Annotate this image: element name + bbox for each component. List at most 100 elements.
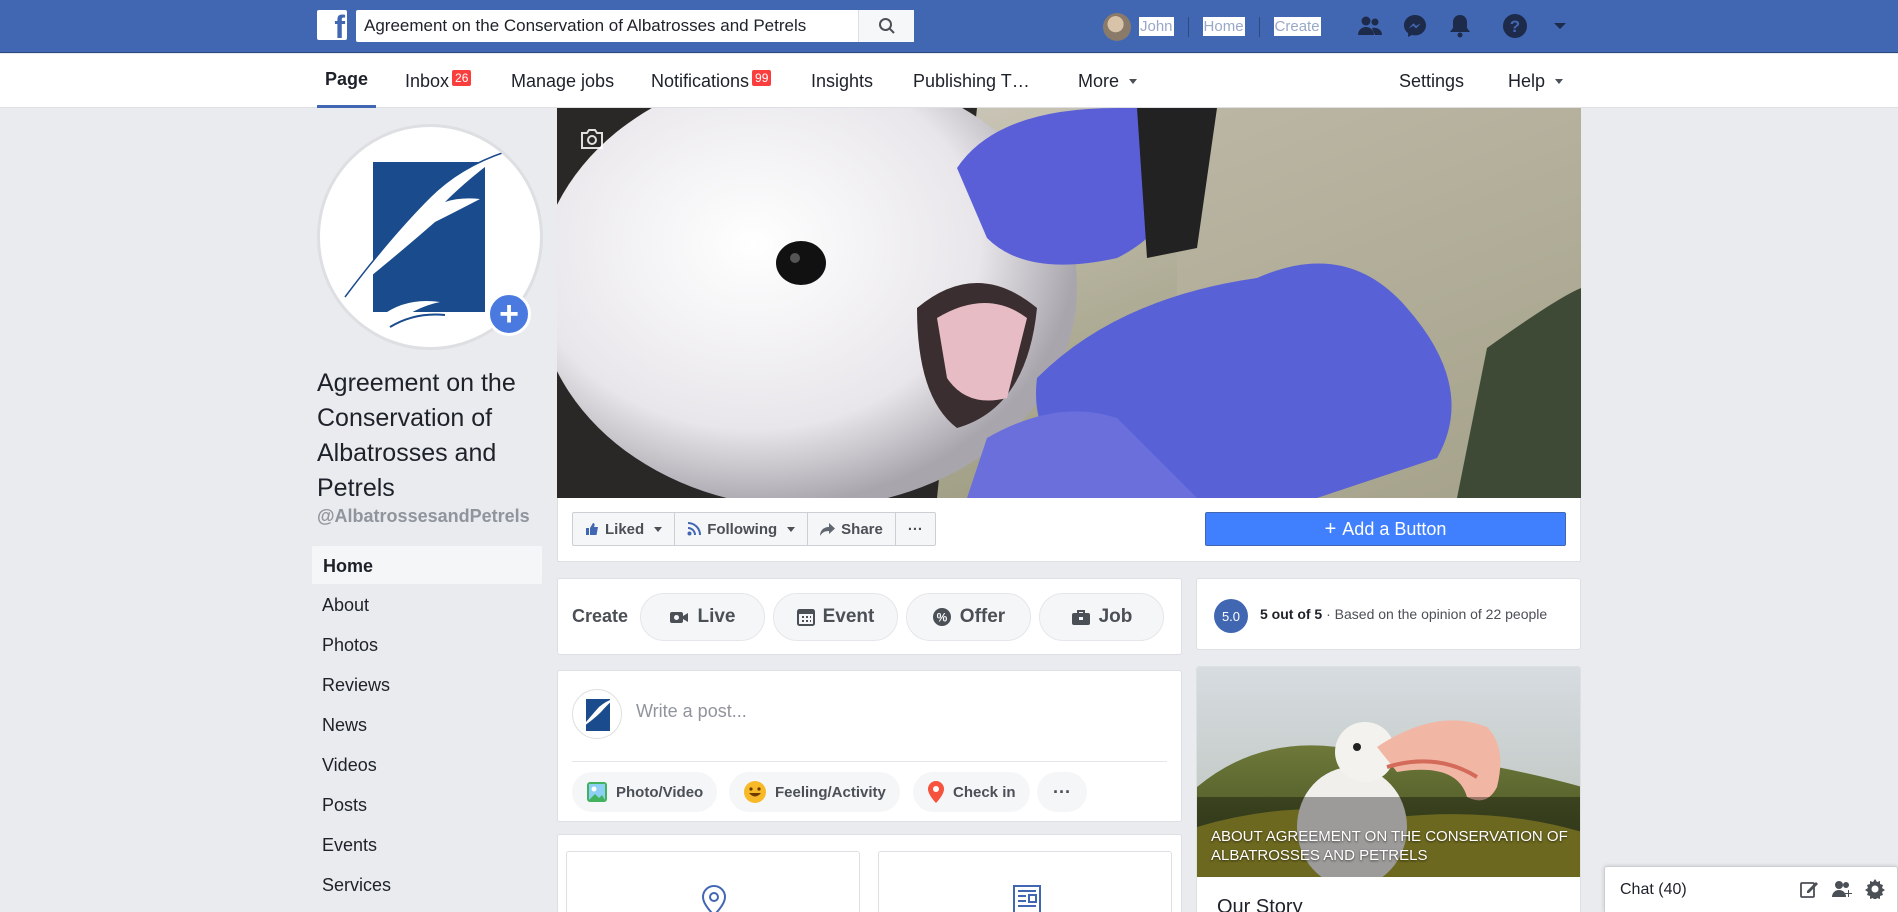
photo-video-label: Photo/Video bbox=[616, 783, 704, 801]
tab-label: More bbox=[1078, 70, 1120, 91]
share-label: Share bbox=[841, 520, 883, 538]
tab-manage-jobs[interactable]: Manage jobs bbox=[511, 54, 614, 108]
create-link[interactable]: Create bbox=[1273, 17, 1321, 36]
tab-settings[interactable]: Settings bbox=[1399, 54, 1464, 108]
live-label: Live bbox=[697, 606, 736, 627]
sidebar-item-posts[interactable]: Posts bbox=[311, 785, 543, 825]
check-in-button[interactable]: Check in bbox=[913, 772, 1030, 812]
cover-photo[interactable] bbox=[557, 108, 1581, 498]
sidebar-item-photos[interactable]: Photos bbox=[311, 625, 543, 665]
offer-label: Offer bbox=[959, 606, 1006, 627]
sidebar-item-news[interactable]: News bbox=[311, 705, 543, 745]
inbox-count-badge: 26 bbox=[452, 70, 472, 86]
composer-more-button[interactable]: ··· bbox=[1037, 772, 1087, 812]
create-event-button[interactable]: Event bbox=[773, 593, 898, 641]
tab-label: Insights bbox=[811, 70, 874, 91]
photo-icon bbox=[586, 781, 608, 803]
sidebar-item-videos[interactable]: Videos bbox=[311, 745, 543, 785]
page-title: Agreement on the Conservation of Albatro… bbox=[317, 369, 516, 502]
friend-requests-icon[interactable] bbox=[1356, 12, 1384, 40]
help-icon[interactable]: ? bbox=[1501, 12, 1529, 40]
newspaper-icon bbox=[1013, 885, 1041, 912]
offer-percent-icon: % bbox=[932, 607, 952, 627]
check-in-label: Check in bbox=[953, 783, 1016, 801]
tab-publishing-tools[interactable]: Publishing T… bbox=[913, 54, 1030, 108]
briefcase-icon bbox=[1071, 609, 1091, 626]
liked-label: Liked bbox=[605, 520, 645, 538]
account-menu-chevron-down-icon[interactable] bbox=[1546, 12, 1574, 40]
more-dots-icon: ··· bbox=[907, 520, 923, 538]
following-label: Following bbox=[707, 520, 778, 538]
messenger-icon[interactable] bbox=[1401, 12, 1429, 40]
shortcut-card-news[interactable] bbox=[878, 851, 1172, 912]
write-post-input[interactable]: Write a post... bbox=[636, 701, 747, 722]
create-group-icon[interactable] bbox=[1831, 879, 1853, 904]
chat-bar[interactable]: Chat (40) bbox=[1604, 866, 1898, 912]
tab-help[interactable]: Help bbox=[1508, 54, 1564, 108]
post-composer: Write a post... Photo/Video Feeling/Acti… bbox=[557, 670, 1182, 822]
create-offer-button[interactable]: % Offer bbox=[906, 593, 1031, 641]
facebook-logo-icon[interactable]: f bbox=[317, 10, 347, 43]
divider bbox=[1258, 16, 1260, 37]
tab-insights[interactable]: Insights bbox=[811, 54, 873, 108]
tab-more[interactable]: More bbox=[1078, 54, 1138, 108]
tab-page[interactable]: Page bbox=[317, 54, 377, 108]
add-a-button[interactable]: + Add a Button bbox=[1205, 512, 1566, 546]
more-options-button[interactable]: ··· bbox=[896, 513, 935, 545]
tab-notifications[interactable]: Notifications 99 bbox=[651, 54, 772, 108]
thumbs-up-icon bbox=[585, 522, 599, 536]
create-job-button[interactable]: Job bbox=[1039, 593, 1164, 641]
sidebar-item-about[interactable]: About bbox=[311, 585, 543, 625]
chat-settings-gear-icon[interactable] bbox=[1865, 879, 1885, 904]
sidebar-item-events[interactable]: Events bbox=[311, 825, 543, 865]
about-image: About Agreement on the Conservation of A… bbox=[1197, 667, 1580, 877]
search-button[interactable] bbox=[858, 10, 914, 42]
following-button[interactable]: Following bbox=[675, 513, 809, 545]
camera-icon[interactable] bbox=[579, 128, 605, 155]
sidebar-item-services[interactable]: Services bbox=[311, 865, 543, 905]
plus-icon: + bbox=[499, 295, 519, 333]
our-story-heading: Our Story bbox=[1217, 896, 1303, 912]
sidebar-item-home[interactable]: Home bbox=[311, 545, 543, 585]
location-pin-icon bbox=[927, 780, 945, 804]
liked-button[interactable]: Liked bbox=[573, 513, 676, 545]
about-story-card[interactable]: About Agreement on the Conservation of A… bbox=[1196, 666, 1581, 912]
svg-text:%: % bbox=[936, 611, 947, 625]
user-avatar[interactable] bbox=[1103, 12, 1131, 41]
create-live-button[interactable]: Live bbox=[640, 593, 765, 641]
share-button[interactable]: Share bbox=[808, 513, 896, 545]
chat-controls bbox=[1799, 879, 1885, 904]
profile-link[interactable]: John bbox=[1139, 17, 1174, 36]
share-arrow-icon bbox=[820, 522, 836, 536]
add-profile-photo-button[interactable]: + bbox=[487, 292, 531, 336]
tab-inbox[interactable]: Inbox 26 bbox=[405, 54, 472, 108]
photo-video-button[interactable]: Photo/Video bbox=[572, 772, 718, 812]
home-link[interactable]: Home bbox=[1202, 17, 1245, 36]
feeling-activity-button[interactable]: Feeling/Activity bbox=[729, 772, 900, 812]
about-caption: About Agreement on the Conservation of A… bbox=[1211, 828, 1568, 864]
tab-label: Manage jobs bbox=[511, 70, 615, 91]
page-username[interactable]: @AlbatrossesandPetrels bbox=[317, 506, 530, 527]
chevron-down-icon bbox=[654, 526, 663, 532]
job-label: Job bbox=[1098, 606, 1133, 627]
tab-label: Notifications bbox=[651, 70, 750, 91]
top-bar: f John Home Create ? bbox=[0, 0, 1898, 53]
rating-summary[interactable]: 5.0 5 out of 5 · Based on the opinion of… bbox=[1196, 578, 1581, 650]
notifications-bell-icon[interactable] bbox=[1446, 12, 1474, 40]
smiley-icon bbox=[743, 780, 767, 804]
compose-message-icon[interactable] bbox=[1799, 879, 1819, 904]
sidebar-item-reviews[interactable]: Reviews bbox=[311, 665, 543, 705]
create-bar: Create Live Event % Offer Job bbox=[557, 578, 1182, 655]
top-nav: John Home Create bbox=[1103, 0, 1321, 53]
search-input[interactable] bbox=[356, 10, 858, 42]
tab-label: Help bbox=[1508, 70, 1546, 91]
event-label: Event bbox=[822, 606, 875, 627]
page-nav: Page Inbox 26 Manage jobs Notifications 99… bbox=[0, 54, 1898, 108]
more-dots-icon: ··· bbox=[1053, 781, 1071, 802]
albatross-logo-icon bbox=[581, 698, 615, 731]
tab-label: Page bbox=[325, 69, 369, 89]
shortcut-card-location[interactable] bbox=[566, 851, 860, 912]
live-video-icon bbox=[669, 609, 689, 625]
feeling-label: Feeling/Activity bbox=[775, 783, 886, 801]
search-box[interactable] bbox=[356, 10, 914, 42]
